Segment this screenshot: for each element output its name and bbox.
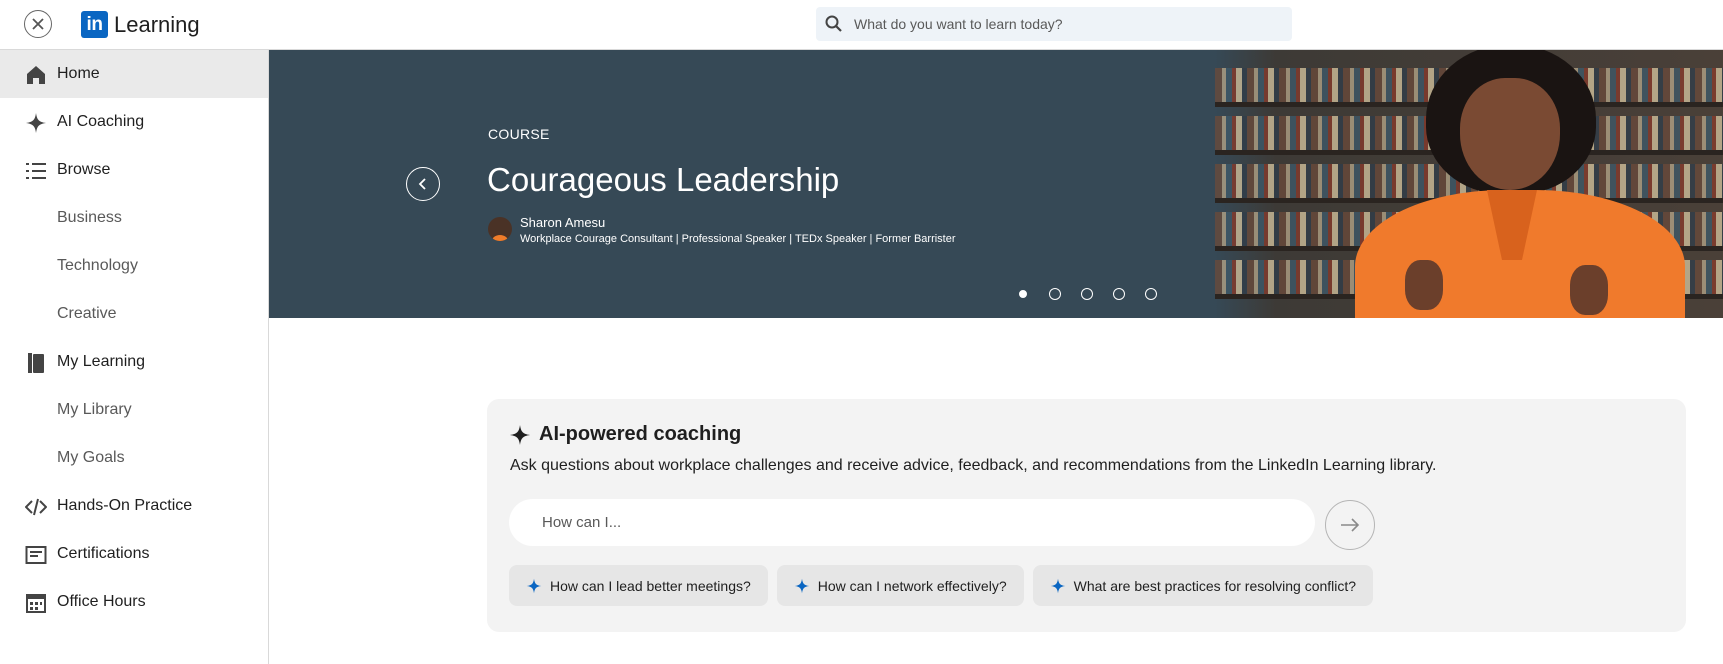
sidebar-item-hands-on-practice[interactable]: Hands-On Practice (0, 482, 268, 530)
carousel-dot[interactable] (1113, 288, 1125, 300)
certificate-icon (25, 544, 47, 566)
book-icon (25, 352, 47, 374)
carousel-prev-button[interactable] (406, 167, 440, 201)
course-title[interactable]: Courageous Leadership (487, 161, 839, 199)
sidebar-item-label: Hands-On Practice (57, 497, 193, 514)
author-info: Sharon Amesu Workplace Courage Consultan… (488, 215, 956, 245)
sidebar: Home AI Coaching Browse Business Technol… (0, 50, 269, 664)
brand-text: Learning (114, 11, 200, 37)
sidebar-item-label: My Library (57, 401, 132, 418)
suggestion-chips: How can I lead better meetings? How can … (509, 565, 1374, 606)
sparkle-icon (25, 112, 47, 134)
coaching-input-container[interactable] (509, 499, 1315, 546)
brand[interactable]: in Learning (81, 11, 200, 38)
sidebar-item-home[interactable]: Home (0, 50, 268, 98)
search-input[interactable] (854, 16, 1274, 32)
sidebar-item-label: Browse (57, 161, 111, 178)
sidebar-item-certifications[interactable]: Certifications (0, 530, 268, 578)
sidebar-item-my-goals[interactable]: My Goals (0, 434, 268, 482)
send-button[interactable] (1325, 500, 1375, 550)
sidebar-item-label: Business (57, 209, 122, 226)
sidebar-item-creative[interactable]: Creative (0, 290, 268, 338)
linkedin-logo: in (81, 11, 108, 38)
sparkle-icon (794, 578, 810, 593)
sidebar-item-technology[interactable]: Technology (0, 242, 268, 290)
carousel-dot[interactable] (1145, 288, 1157, 300)
arrow-right-icon (1341, 518, 1360, 532)
sidebar-item-my-library[interactable]: My Library (0, 386, 268, 434)
suggestion-label: How can I lead better meetings? (550, 577, 751, 594)
ai-coaching-card: AI-powered coaching Ask questions about … (487, 399, 1686, 632)
card-description: Ask questions about workplace challenges… (510, 457, 1437, 474)
sidebar-item-label: Home (57, 65, 100, 82)
code-icon (25, 496, 47, 518)
hero-image (1215, 50, 1723, 318)
search-bar[interactable] (816, 7, 1292, 41)
sparkle-icon (1050, 578, 1065, 593)
coaching-input[interactable] (542, 514, 1282, 531)
author-name: Sharon Amesu (520, 215, 606, 230)
carousel-dot[interactable] (1049, 288, 1061, 300)
sidebar-item-label: My Learning (57, 353, 146, 370)
list-icon (25, 160, 47, 182)
suggestion-chip[interactable]: How can I network effectively? (776, 565, 1024, 606)
sidebar-item-label: My Goals (57, 449, 125, 466)
search-icon (825, 15, 842, 32)
content-type-label: COURSE (488, 126, 550, 142)
sidebar-item-label: AI Coaching (57, 113, 145, 130)
chevron-left-icon (418, 178, 426, 190)
carousel-dot[interactable] (1019, 290, 1027, 298)
sparkle-icon (526, 578, 542, 593)
carousel-dot[interactable] (1081, 288, 1093, 300)
suggestion-label: How can I network effectively? (817, 577, 1007, 594)
suggestion-chip[interactable]: How can I lead better meetings? (509, 565, 768, 606)
top-bar: in Learning (0, 0, 1723, 50)
carousel-dots (1017, 288, 1157, 300)
sidebar-item-label: Creative (57, 305, 117, 322)
sidebar-item-ai-coaching[interactable]: AI Coaching (0, 98, 268, 146)
sidebar-item-label: Certifications (57, 545, 150, 562)
suggestion-label: What are best practices for resolving co… (1073, 577, 1357, 594)
calendar-icon (25, 592, 47, 614)
card-title: AI-powered coaching (539, 423, 742, 445)
close-icon (32, 18, 44, 30)
sidebar-item-label: Office Hours (57, 593, 146, 610)
suggestion-chip[interactable]: What are best practices for resolving co… (1032, 565, 1374, 606)
sidebar-item-business[interactable]: Business (0, 194, 268, 242)
sparkle-icon (510, 424, 530, 445)
author-title: Workplace Courage Consultant | Professio… (520, 233, 956, 245)
sidebar-item-office-hours[interactable]: Office Hours (0, 578, 268, 626)
author-avatar (488, 217, 512, 241)
home-icon (25, 64, 47, 86)
sidebar-item-label: Technology (57, 257, 138, 274)
sidebar-item-browse[interactable]: Browse (0, 146, 268, 194)
hero-banner[interactable]: COURSE Courageous Leadership Sharon Ames… (269, 50, 1723, 318)
sidebar-item-my-learning[interactable]: My Learning (0, 338, 268, 386)
close-button[interactable] (24, 10, 52, 38)
